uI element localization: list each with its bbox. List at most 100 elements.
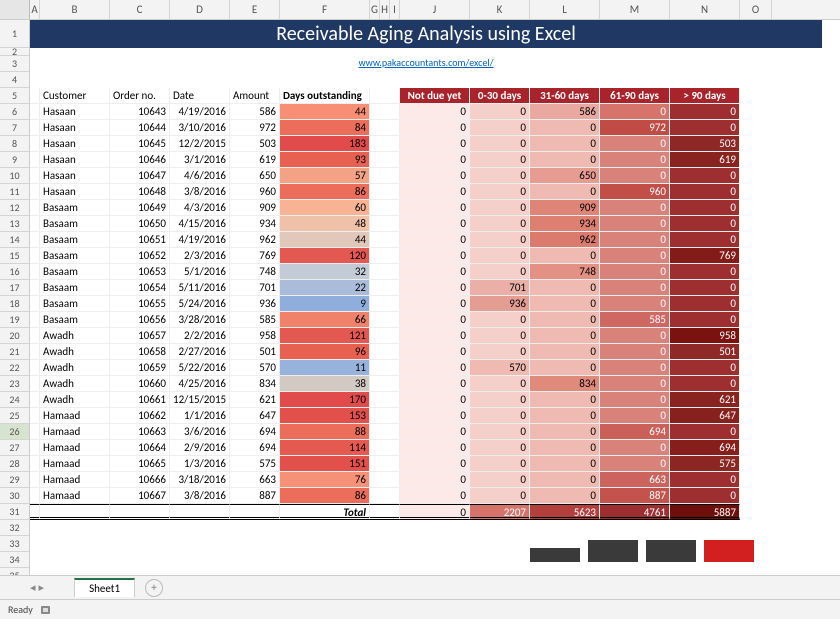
row-header[interactable]: 12: [0, 200, 29, 216]
total-bucket[interactable]: 2207: [470, 504, 530, 520]
customer-cell[interactable]: Hasaan: [40, 104, 110, 120]
bucket-cell[interactable]: 0: [400, 264, 470, 280]
bucket-cell[interactable]: 0: [530, 136, 600, 152]
bucket-cell[interactable]: 0: [530, 456, 600, 472]
cells-area[interactable]: Receivable Aging Analysis using Excelwww…: [30, 20, 840, 575]
row-header[interactable]: 7: [0, 120, 29, 136]
amount-cell[interactable]: 694: [230, 424, 280, 440]
col-header-K[interactable]: K: [470, 0, 530, 19]
order-cell[interactable]: 10659: [110, 360, 170, 376]
days-cell[interactable]: 93: [280, 152, 370, 168]
amount-cell[interactable]: 972: [230, 120, 280, 136]
bucket-cell[interactable]: 0: [400, 216, 470, 232]
order-cell[interactable]: 10663: [110, 424, 170, 440]
order-cell[interactable]: 10664: [110, 440, 170, 456]
customer-cell[interactable]: Basaam: [40, 248, 110, 264]
bucket-cell[interactable]: 0: [530, 296, 600, 312]
amount-cell[interactable]: 663: [230, 472, 280, 488]
customer-cell[interactable]: Hasaan: [40, 184, 110, 200]
bucket-cell[interactable]: 972: [600, 120, 670, 136]
col-header-L[interactable]: L: [530, 0, 600, 19]
row-header[interactable]: 18: [0, 296, 29, 312]
bucket-cell[interactable]: 0: [670, 216, 740, 232]
bucket-cell[interactable]: 0: [600, 248, 670, 264]
bucket-cell[interactable]: 0: [400, 296, 470, 312]
customer-cell[interactable]: Hasaan: [40, 136, 110, 152]
sheet-tab[interactable]: Sheet1: [74, 578, 135, 597]
bucket-cell[interactable]: 0: [470, 392, 530, 408]
amount-cell[interactable]: 570: [230, 360, 280, 376]
select-all-corner[interactable]: [0, 0, 30, 19]
row-header[interactable]: 16: [0, 264, 29, 280]
bucket-cell[interactable]: 0: [670, 168, 740, 184]
macro-record-icon[interactable]: [41, 605, 55, 615]
col-header-H[interactable]: H: [380, 0, 390, 19]
row-header[interactable]: 29: [0, 472, 29, 488]
row-header[interactable]: 8: [0, 136, 29, 152]
order-cell[interactable]: 10646: [110, 152, 170, 168]
amount-cell[interactable]: 650: [230, 168, 280, 184]
col-header-A[interactable]: A: [30, 0, 40, 19]
amount-cell[interactable]: 501: [230, 344, 280, 360]
days-cell[interactable]: 86: [280, 184, 370, 200]
bucket-cell[interactable]: 0: [530, 392, 600, 408]
bucket-cell[interactable]: 0: [670, 424, 740, 440]
order-cell[interactable]: 10648: [110, 184, 170, 200]
row-header[interactable]: 13: [0, 216, 29, 232]
bucket-cell[interactable]: 0: [400, 168, 470, 184]
row-header[interactable]: 21: [0, 344, 29, 360]
col-header-D[interactable]: D: [170, 0, 230, 19]
date-cell[interactable]: 4/19/2016: [170, 104, 230, 120]
days-cell[interactable]: 114: [280, 440, 370, 456]
amount-cell[interactable]: 962: [230, 232, 280, 248]
row-header[interactable]: 11: [0, 184, 29, 200]
order-cell[interactable]: 10657: [110, 328, 170, 344]
bucket-cell[interactable]: 0: [400, 424, 470, 440]
days-cell[interactable]: 38: [280, 376, 370, 392]
bucket-cell[interactable]: 0: [600, 392, 670, 408]
amount-cell[interactable]: 887: [230, 488, 280, 504]
date-cell[interactable]: 2/2/2016: [170, 328, 230, 344]
row-header[interactable]: 28: [0, 456, 29, 472]
order-cell[interactable]: 10643: [110, 104, 170, 120]
bucket-cell[interactable]: 0: [400, 344, 470, 360]
customer-cell[interactable]: Hamaad: [40, 488, 110, 504]
date-cell[interactable]: 1/3/2016: [170, 456, 230, 472]
bucket-cell[interactable]: 0: [600, 168, 670, 184]
bucket-cell[interactable]: 503: [670, 136, 740, 152]
bucket-cell[interactable]: 694: [600, 424, 670, 440]
bucket-cell[interactable]: 0: [470, 312, 530, 328]
amount-cell[interactable]: 960: [230, 184, 280, 200]
customer-cell[interactable]: Awadh: [40, 392, 110, 408]
order-cell[interactable]: 10652: [110, 248, 170, 264]
bucket-cell[interactable]: 650: [530, 168, 600, 184]
order-cell[interactable]: 10665: [110, 456, 170, 472]
bucket-cell[interactable]: 0: [670, 296, 740, 312]
order-cell[interactable]: 10660: [110, 376, 170, 392]
amount-cell[interactable]: 701: [230, 280, 280, 296]
bucket-cell[interactable]: 0: [530, 344, 600, 360]
bucket-cell[interactable]: 962: [530, 232, 600, 248]
bucket-cell[interactable]: 0: [400, 136, 470, 152]
date-cell[interactable]: 12/15/2015: [170, 392, 230, 408]
bucket-cell[interactable]: 0: [530, 152, 600, 168]
amount-cell[interactable]: 694: [230, 440, 280, 456]
col-header-O[interactable]: O: [740, 0, 772, 19]
days-cell[interactable]: 76: [280, 472, 370, 488]
order-cell[interactable]: 10653: [110, 264, 170, 280]
bucket-cell[interactable]: 0: [400, 232, 470, 248]
amount-cell[interactable]: 958: [230, 328, 280, 344]
order-cell[interactable]: 10662: [110, 408, 170, 424]
bucket-cell[interactable]: 0: [400, 280, 470, 296]
bucket-cell[interactable]: 0: [530, 360, 600, 376]
bucket-cell[interactable]: 0: [600, 328, 670, 344]
amount-cell[interactable]: 585: [230, 312, 280, 328]
total-bucket[interactable]: 0: [400, 504, 470, 520]
amount-cell[interactable]: 834: [230, 376, 280, 392]
bucket-cell[interactable]: 0: [670, 232, 740, 248]
date-cell[interactable]: 5/1/2016: [170, 264, 230, 280]
bucket-cell[interactable]: 0: [470, 472, 530, 488]
customer-cell[interactable]: Hasaan: [40, 120, 110, 136]
customer-cell[interactable]: Awadh: [40, 360, 110, 376]
amount-cell[interactable]: 936: [230, 296, 280, 312]
